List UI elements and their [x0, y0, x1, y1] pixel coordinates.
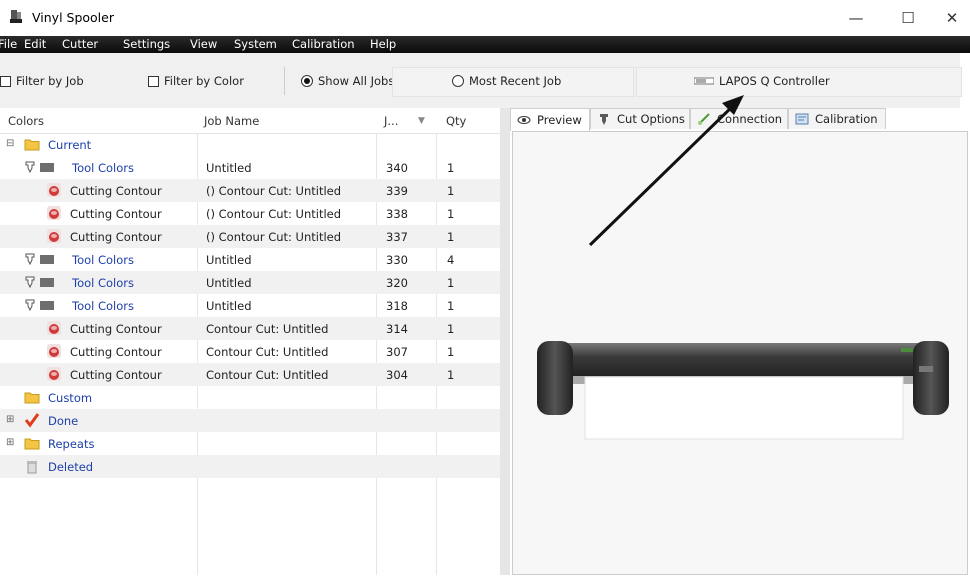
annotation-arrow: [588, 95, 744, 247]
